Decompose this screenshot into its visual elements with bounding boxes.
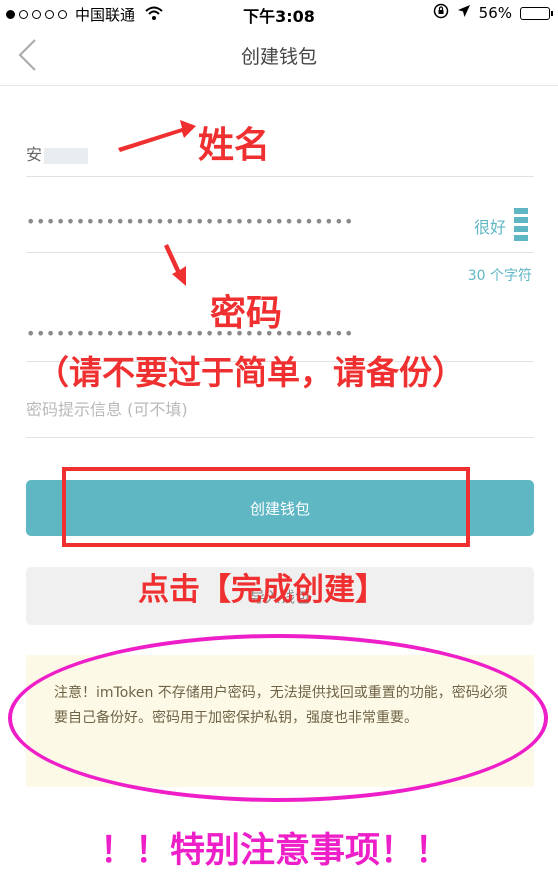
strength-bars-icon bbox=[514, 208, 528, 244]
password-hint-field bbox=[26, 392, 534, 438]
password-hint-input[interactable] bbox=[26, 400, 526, 419]
rotation-lock-icon bbox=[433, 3, 449, 23]
status-bar: 中国联通 下午3:08 56% bbox=[0, 0, 558, 26]
status-right: 56% bbox=[433, 3, 553, 23]
password-strength-label: 很好 bbox=[473, 218, 506, 237]
highlight-ellipse bbox=[8, 634, 548, 802]
password-mask: ••••••••••••••••••••••••••••••••• bbox=[26, 212, 354, 231]
blurred-text bbox=[44, 147, 89, 164]
location-arrow-icon bbox=[457, 4, 471, 22]
battery-percent: 56% bbox=[478, 4, 512, 22]
wallet-name-field[interactable]: 安 bbox=[26, 125, 534, 177]
annotation-click: 点击【完成创建】 bbox=[138, 572, 386, 608]
annotation-password: 密码 bbox=[210, 293, 283, 334]
annotation-password-note: （请不要过于简单，请备份） bbox=[36, 353, 465, 392]
annotation-special: ！！特别注意事项！！ bbox=[100, 831, 451, 871]
wallet-name-value: 安 bbox=[26, 141, 89, 165]
password-field[interactable]: ••••••••••••••••••••••••••••••••• 很好 bbox=[26, 198, 534, 253]
annotation-name: 姓名 bbox=[198, 125, 271, 166]
nav-bar: 创建钱包 bbox=[0, 26, 558, 86]
battery-icon bbox=[520, 6, 553, 20]
password-char-count: 30 个字符 bbox=[467, 268, 532, 284]
page-title: 创建钱包 bbox=[240, 46, 317, 68]
repeat-password-mask: ••••••••••••••••••••••••••••••••• bbox=[26, 324, 354, 343]
highlight-box bbox=[62, 467, 470, 547]
